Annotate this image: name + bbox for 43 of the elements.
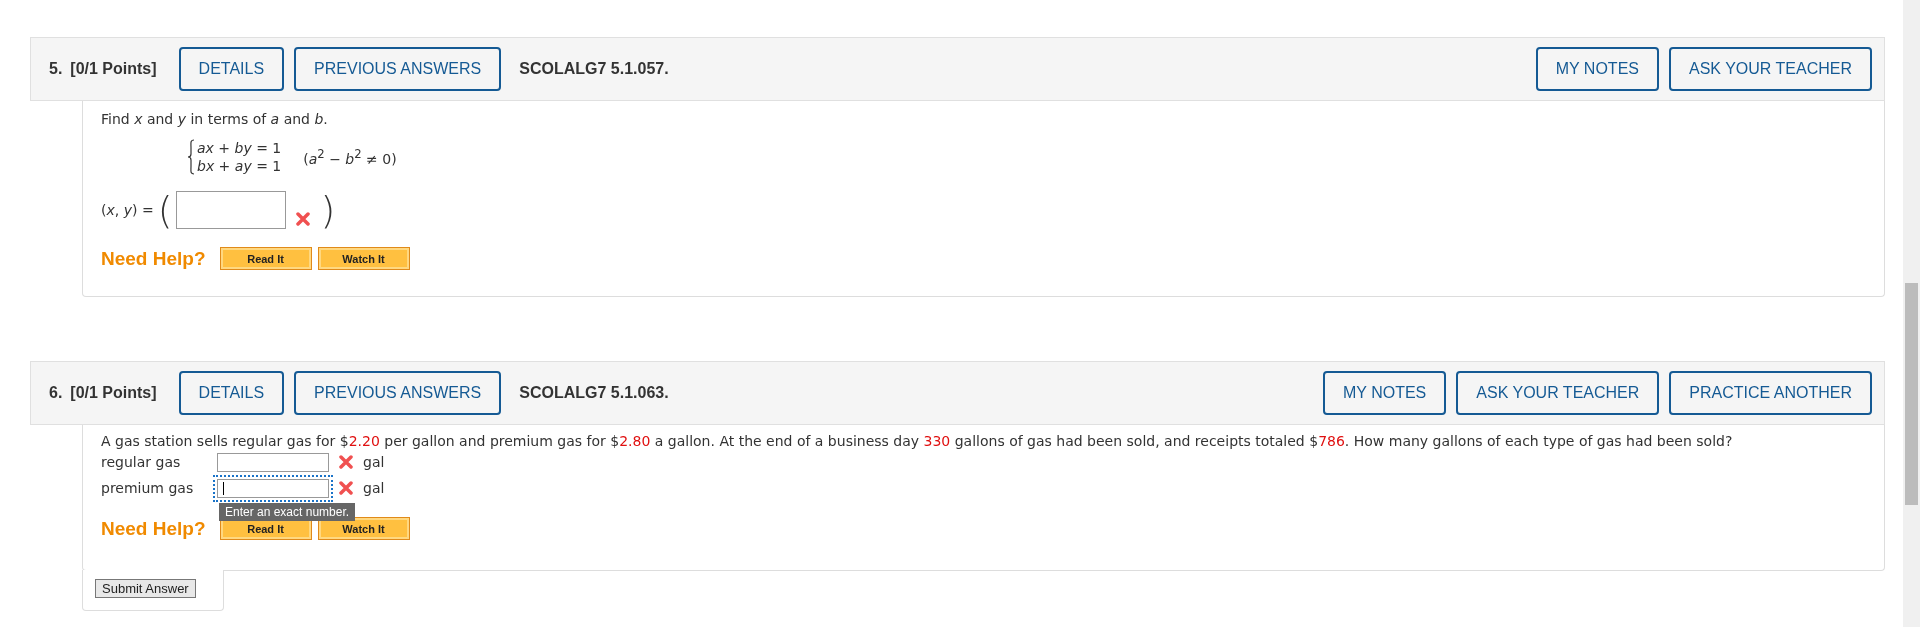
- need-help-label: Need Help?: [101, 517, 206, 540]
- header-button[interactable]: DETAILS: [178, 47, 285, 91]
- field-label: premium gas: [101, 480, 195, 496]
- help-button[interactable]: Read It: [219, 247, 312, 270]
- open-parenthesis: (: [157, 189, 173, 231]
- header-button[interactable]: PREVIOUS ANSWERS: [294, 371, 502, 415]
- header-button[interactable]: PREVIOUS ANSWERS: [294, 47, 502, 91]
- header-button[interactable]: PRACTICE ANOTHER: [1669, 371, 1872, 415]
- points-label: [0/1 Points]: [70, 60, 157, 78]
- equation: ax + by = 1: [197, 139, 282, 157]
- answer-label: (x, y) =: [101, 202, 154, 218]
- question-prompt: Find x and y in terms of a and b.: [101, 111, 329, 127]
- question-prompt: A gas station sells regular gas for $2.20 per gallon and premium gas for $2.80 a gallon. At the end of a business day 330 gallons of gas had been sold, and receipts totaled $786. How many gallons of each type of gas had been sold?: [101, 433, 1734, 449]
- unit-label: gal: [363, 480, 385, 496]
- scrollbar-thumb[interactable]: [1905, 283, 1918, 505]
- help-button[interactable]: Watch It: [317, 247, 410, 270]
- brace-icon: [187, 139, 195, 175]
- scrollbar[interactable]: [1903, 0, 1920, 627]
- submit-button[interactable]: Submit Answer: [95, 579, 196, 598]
- need-help-label: Need Help?: [101, 247, 206, 270]
- points-label: [0/1 Points]: [70, 384, 157, 402]
- question-code: SCOLALG7 5.1.063.: [519, 384, 669, 402]
- close-parenthesis: ): [320, 189, 336, 231]
- answer-field[interactable]: [176, 191, 287, 229]
- header-button[interactable]: MY NOTES: [1535, 47, 1659, 91]
- question-code: SCOLALG7 5.1.057.: [519, 60, 669, 78]
- equation: bx + ay = 1: [197, 157, 282, 175]
- cross-icon: [339, 455, 353, 469]
- condition: (a$^{2}$ − b$^{2}$ ≠ 0): [303, 147, 397, 167]
- cross-icon: [339, 481, 353, 495]
- unit-label: gal: [363, 454, 385, 470]
- answer-field[interactable]: [217, 452, 329, 472]
- help-button[interactable]: Watch It: [317, 517, 410, 540]
- header-button[interactable]: ASK YOUR TEACHER: [1669, 47, 1872, 91]
- field-label: regular gas: [101, 454, 182, 470]
- header-button[interactable]: ASK YOUR TEACHER: [1456, 371, 1660, 415]
- header-button[interactable]: MY NOTES: [1323, 371, 1447, 415]
- cross-icon: [296, 212, 311, 226]
- tooltip: Enter an exact number.: [219, 502, 356, 521]
- answer-field[interactable]: [217, 478, 329, 498]
- question-number: 5.: [49, 60, 63, 78]
- question-number: 6.: [49, 384, 63, 402]
- header-button[interactable]: DETAILS: [178, 371, 285, 415]
